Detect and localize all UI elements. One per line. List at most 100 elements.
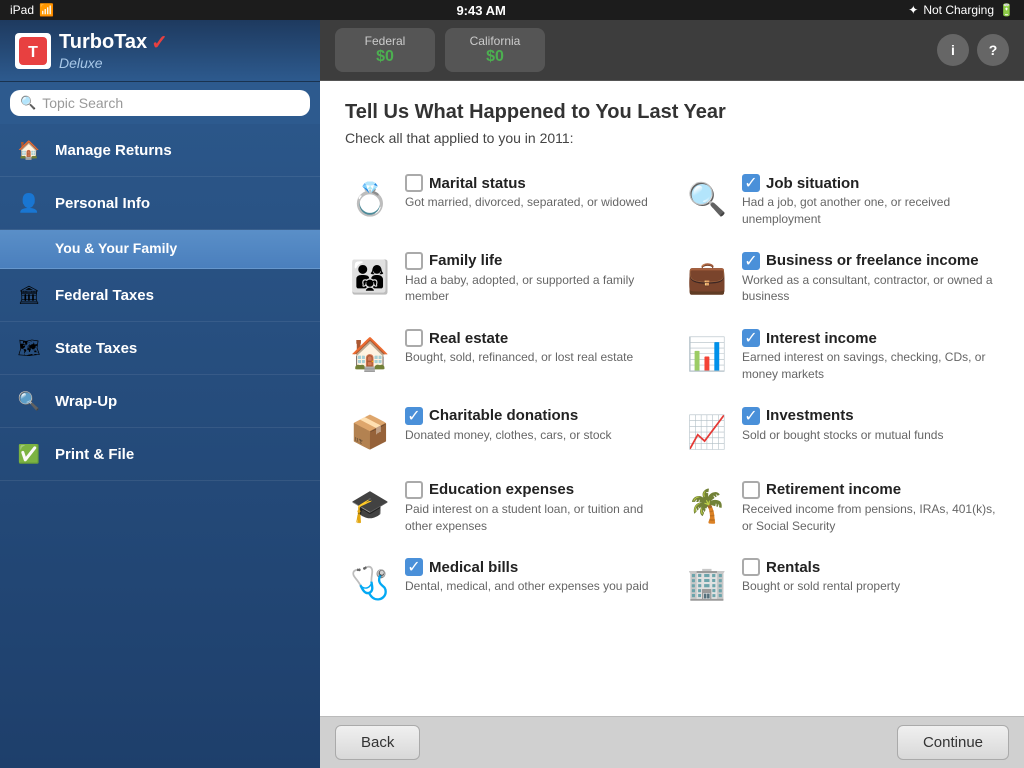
content-scroll: Tell Us What Happened to You Last Year C…	[320, 81, 1024, 716]
life-item-rentals[interactable]: 🏢 Rentals Bought or sold rental property	[682, 550, 999, 616]
title-row-family-life: Family life	[405, 252, 662, 270]
icon-rentals: 🏢	[682, 558, 732, 608]
title-row-real-estate: Real estate	[405, 329, 662, 347]
icon-investments: 📈	[682, 407, 732, 457]
back-button[interactable]: Back	[335, 725, 420, 760]
page-title: Tell Us What Happened to You Last Year	[345, 101, 999, 124]
checkbox-family-life[interactable]	[405, 252, 423, 270]
checkbox-rentals[interactable]	[742, 558, 760, 576]
life-item-education-expenses[interactable]: 🎓 Education expenses Paid interest on a …	[345, 473, 662, 543]
desc-marital-status: Got married, divorced, separated, or wid…	[405, 194, 662, 211]
desc-retirement-income: Received income from pensions, IRAs, 401…	[742, 501, 999, 535]
title-marital-status: Marital status	[429, 175, 526, 192]
checkbox-education-expenses[interactable]	[405, 481, 423, 499]
checkbox-retirement-income[interactable]	[742, 481, 760, 499]
checkbox-medical-bills[interactable]: ✓	[405, 558, 423, 576]
life-item-interest-income[interactable]: 📊 ✓ Interest income Earned interest on s…	[682, 321, 999, 391]
logo-edition: Deluxe	[59, 55, 168, 71]
search-input[interactable]: Topic Search	[42, 95, 300, 111]
california-tab-label: California	[470, 34, 521, 48]
sidebar-item-manage-returns[interactable]: 🏠 Manage Returns	[0, 124, 320, 177]
icon-job-situation: 🔍	[682, 174, 732, 224]
logo-text-group: TurboTax ✓ Deluxe	[59, 30, 168, 71]
title-row-medical-bills: ✓ Medical bills	[405, 558, 662, 576]
turbotax-logo-icon: T	[15, 33, 51, 69]
title-medical-bills: Medical bills	[429, 559, 518, 576]
life-item-charitable-donations[interactable]: 📦 ✓ Charitable donations Donated money, …	[345, 399, 662, 465]
header-area: Federal $0 California $0 i ?	[320, 20, 1024, 81]
california-tab[interactable]: California $0	[445, 28, 545, 72]
checkbox-real-estate[interactable]	[405, 329, 423, 347]
desc-job-situation: Had a job, got another one, or received …	[742, 194, 999, 228]
logo-checkmark: ✓	[151, 30, 168, 55]
content-rentals: Rentals Bought or sold rental property	[742, 558, 999, 595]
header-icons: i ?	[937, 34, 1009, 66]
continue-button[interactable]: Continue	[897, 725, 1009, 760]
sidebar-item-personal-info[interactable]: 👤 Personal Info	[0, 177, 320, 230]
title-row-investments: ✓ Investments	[742, 407, 999, 425]
content-education-expenses: Education expenses Paid interest on a st…	[405, 481, 662, 535]
search-box[interactable]: 🔍 Topic Search	[10, 90, 310, 116]
icon-interest-income: 📊	[682, 329, 732, 379]
sidebar-item-wrap-up[interactable]: 🔍 Wrap-Up	[0, 375, 320, 428]
content-real-estate: Real estate Bought, sold, refinanced, or…	[405, 329, 662, 366]
checkbox-charitable-donations[interactable]: ✓	[405, 407, 423, 425]
title-rentals: Rentals	[766, 559, 820, 576]
print-file-label: Print & File	[55, 446, 134, 463]
logo-brand: TurboTax	[59, 31, 147, 54]
life-item-job-situation[interactable]: 🔍 ✓ Job situation Had a job, got another…	[682, 166, 999, 236]
title-row-education-expenses: Education expenses	[405, 481, 662, 499]
info-button[interactable]: i	[937, 34, 969, 66]
icon-business-freelance: 💼	[682, 252, 732, 302]
life-item-marital-status[interactable]: 💍 Marital status Got married, divorced, …	[345, 166, 662, 236]
wifi-icon: 📶	[39, 3, 54, 17]
sidebar-item-federal-taxes[interactable]: 🏛 Federal Taxes	[0, 269, 320, 322]
federal-taxes-label: Federal Taxes	[55, 287, 154, 304]
title-education-expenses: Education expenses	[429, 481, 574, 498]
title-row-job-situation: ✓ Job situation	[742, 174, 999, 192]
status-bar: iPad 📶 9:43 AM ✦ Not Charging 🔋	[0, 0, 1024, 20]
checkbox-business-freelance[interactable]: ✓	[742, 252, 760, 270]
life-item-investments[interactable]: 📈 ✓ Investments Sold or bought stocks or…	[682, 399, 999, 465]
desc-charitable-donations: Donated money, clothes, cars, or stock	[405, 427, 662, 444]
desc-real-estate: Bought, sold, refinanced, or lost real e…	[405, 349, 662, 366]
app-container: T TurboTax ✓ Deluxe 🔍 Topic Search 🏠 Man…	[0, 20, 1024, 768]
person-icon: 👤	[15, 189, 43, 217]
federal-tab-amount: $0	[376, 48, 394, 66]
title-investments: Investments	[766, 407, 854, 424]
life-item-business-freelance[interactable]: 💼 ✓ Business or freelance income Worked …	[682, 244, 999, 314]
icon-family-life: 👨‍👩‍👧	[345, 252, 395, 302]
checkbox-investments[interactable]: ✓	[742, 407, 760, 425]
title-row-charitable-donations: ✓ Charitable donations	[405, 407, 662, 425]
search-area: 🔍 Topic Search	[0, 82, 320, 124]
checkbox-marital-status[interactable]	[405, 174, 423, 192]
ipad-label: iPad	[10, 3, 34, 17]
home-icon: 🏠	[15, 136, 43, 164]
sidebar-item-state-taxes[interactable]: 🗺 State Taxes	[0, 322, 320, 375]
content-charitable-donations: ✓ Charitable donations Donated money, cl…	[405, 407, 662, 444]
sidebar-item-you-family[interactable]: You & Your Family	[0, 230, 320, 269]
desc-interest-income: Earned interest on savings, checking, CD…	[742, 349, 999, 383]
footer: Back Continue	[320, 716, 1024, 768]
life-item-retirement-income[interactable]: 🌴 Retirement income Received income from…	[682, 473, 999, 543]
help-button[interactable]: ?	[977, 34, 1009, 66]
logo-area: T TurboTax ✓ Deluxe	[0, 20, 320, 82]
sidebar-item-print-file[interactable]: ✅ Print & File	[0, 428, 320, 481]
life-item-family-life[interactable]: 👨‍👩‍👧 Family life Had a baby, adopted, o…	[345, 244, 662, 314]
content-family-life: Family life Had a baby, adopted, or supp…	[405, 252, 662, 306]
life-item-medical-bills[interactable]: 🩺 ✓ Medical bills Dental, medical, and o…	[345, 550, 662, 616]
california-tab-amount: $0	[486, 48, 504, 66]
life-item-real-estate[interactable]: 🏠 Real estate Bought, sold, refinanced, …	[345, 321, 662, 391]
state-icon: 🗺	[15, 334, 43, 362]
icon-marital-status: 💍	[345, 174, 395, 224]
federal-tab[interactable]: Federal $0	[335, 28, 435, 72]
status-time: 9:43 AM	[456, 3, 505, 18]
bluetooth-icon: ✦	[908, 3, 918, 17]
title-row-business-freelance: ✓ Business or freelance income	[742, 252, 999, 270]
title-row-rentals: Rentals	[742, 558, 999, 576]
checkbox-job-situation[interactable]: ✓	[742, 174, 760, 192]
personal-info-label: Personal Info	[55, 195, 150, 212]
title-interest-income: Interest income	[766, 330, 877, 347]
checkbox-interest-income[interactable]: ✓	[742, 329, 760, 347]
title-row-marital-status: Marital status	[405, 174, 662, 192]
